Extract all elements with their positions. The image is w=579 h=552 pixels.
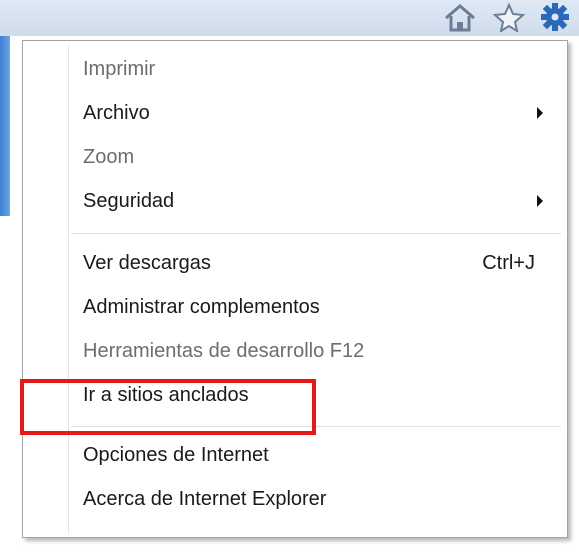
menu-gutter-divider bbox=[68, 45, 69, 533]
menu-item-label: Ver descargas bbox=[83, 251, 211, 274]
menu-item-label: Administrar complementos bbox=[83, 295, 320, 318]
menu-item-shortcut: Ctrl+J bbox=[482, 251, 535, 274]
menu-item-administrar-complementos[interactable]: Administrar complementos bbox=[71, 285, 549, 329]
menu-item-label: Acerca de Internet Explorer bbox=[83, 487, 327, 510]
toolbar-icons bbox=[440, 2, 579, 34]
menu-item-label: Imprimir bbox=[83, 57, 156, 80]
menu-item-seguridad[interactable]: Seguridad bbox=[71, 179, 549, 223]
menu-item-acerca-de-ie[interactable]: Acerca de Internet Explorer bbox=[71, 477, 549, 521]
menu-item-label: Opciones de Internet bbox=[83, 443, 269, 466]
home-icon[interactable] bbox=[442, 2, 478, 32]
highlight-annotation-box bbox=[20, 379, 316, 435]
menu-item-label: Zoom bbox=[83, 145, 135, 168]
menu-item-label: Seguridad bbox=[83, 189, 175, 212]
menu-separator bbox=[71, 233, 561, 234]
menu-item-herramientas-desarrollo[interactable]: Herramientas de desarrollo F12 bbox=[71, 329, 549, 373]
submenu-arrow-icon bbox=[537, 107, 543, 119]
menu-item-ver-descargas[interactable]: Ver descargas Ctrl+J bbox=[71, 241, 549, 285]
menu-item-label: Herramientas de desarrollo F12 bbox=[83, 339, 365, 362]
tools-gear-icon[interactable] bbox=[538, 2, 572, 32]
menu-item-zoom[interactable]: Zoom bbox=[71, 135, 549, 179]
menu-item-imprimir[interactable]: Imprimir bbox=[71, 47, 549, 91]
menu-item-label: Archivo bbox=[83, 101, 150, 124]
submenu-arrow-icon bbox=[537, 195, 543, 207]
browser-window-edge bbox=[0, 36, 10, 216]
tools-menu: Imprimir Archivo Zoom Seguridad Ver desc… bbox=[22, 40, 568, 538]
menu-item-archivo[interactable]: Archivo bbox=[71, 91, 549, 135]
menu-item-opciones-internet[interactable]: Opciones de Internet bbox=[71, 433, 549, 477]
favorites-star-icon[interactable] bbox=[492, 2, 526, 34]
